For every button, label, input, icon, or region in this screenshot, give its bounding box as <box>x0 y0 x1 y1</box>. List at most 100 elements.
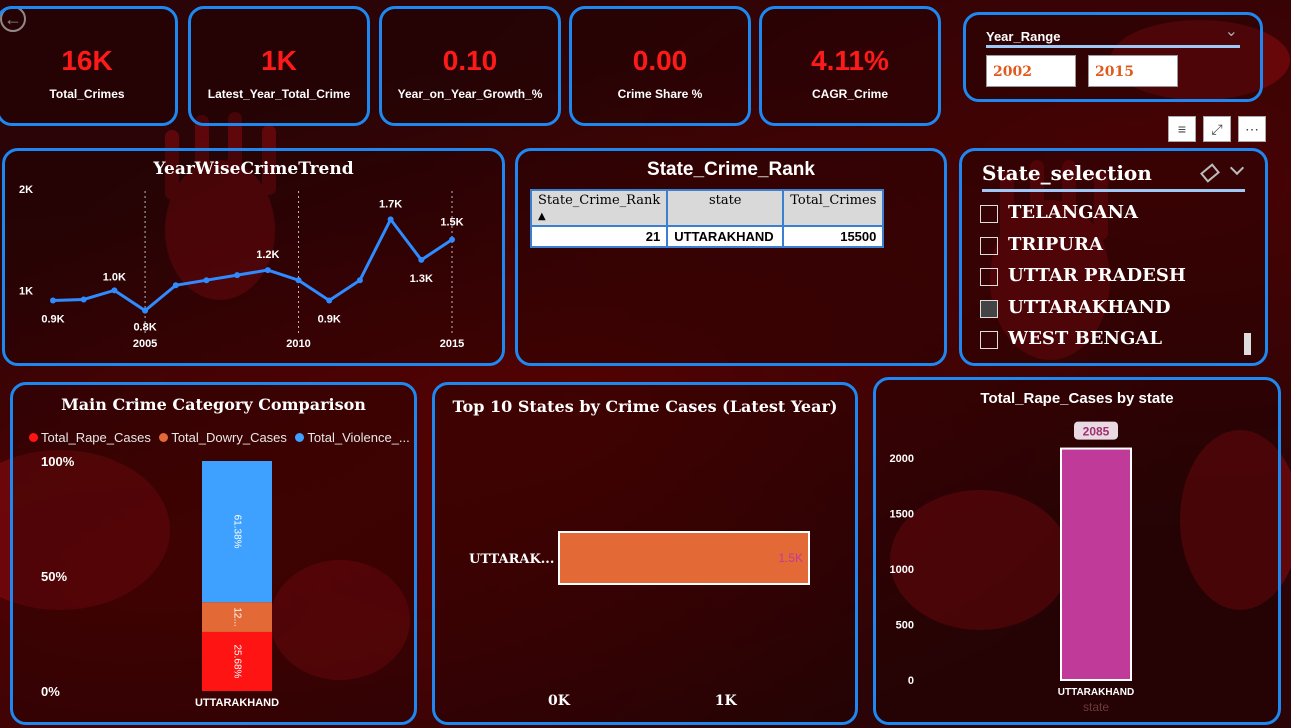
segment-label: 25.68% <box>231 645 242 679</box>
year-from-input[interactable]: 2002 <box>986 55 1076 87</box>
slicer-item-label: WEST BENGAL <box>1008 328 1162 349</box>
checkbox-checked[interactable] <box>980 300 998 318</box>
bar <box>558 531 810 585</box>
checkbox[interactable] <box>980 237 998 255</box>
cell-total-crimes: 15500 <box>782 225 885 248</box>
y-tick-label: 1000 <box>890 564 914 576</box>
column-header-rank[interactable]: State_Crime_Rank ▲ <box>529 189 669 227</box>
data-point <box>356 277 363 284</box>
y-tick-label: 2K <box>19 184 33 196</box>
data-point <box>234 272 241 279</box>
cell-state: UTTARAKHAND <box>666 225 785 248</box>
x-axis-label: state <box>1083 700 1109 714</box>
kpi-value: 16K <box>61 45 113 76</box>
x-tick-label: 2005 <box>133 338 157 350</box>
state-selection-slicer[interactable]: State_selection TELANGANA TRIPURA UTTAR … <box>959 148 1268 366</box>
kpi-latest-year-total-crime: 1K Latest_Year_Total_Crime <box>188 6 370 126</box>
filter-button[interactable]: ≡ <box>1168 116 1196 142</box>
y-tick-label: 1500 <box>890 509 914 521</box>
data-label: 1.5K <box>778 551 803 565</box>
data-point <box>326 297 333 304</box>
y-tick-label: 2000 <box>890 453 914 465</box>
slicer-item-label: UTTAR PRADESH <box>1008 265 1186 286</box>
rank-title: State_Crime_Rank <box>647 159 815 180</box>
category-chart: 100% 50% 0% 25.68% 12... 61.38% UTTARAKHAND <box>41 454 279 709</box>
data-label: 1.7K <box>379 198 402 210</box>
kpi-value: 0.00 <box>632 45 688 76</box>
kpi-cagr-crime: 4.11% CAGR_Crime <box>759 6 941 126</box>
data-point <box>111 287 118 294</box>
state-header-label: state <box>708 193 742 208</box>
kpi-total-crimes: 16K Total_Crimes <box>0 6 178 126</box>
checkbox[interactable] <box>980 331 998 349</box>
data-point <box>264 267 271 274</box>
column-header-state[interactable]: state <box>666 189 785 227</box>
y-tick-label: 0% <box>41 684 60 699</box>
sort-asc-icon: ▲ <box>538 211 546 222</box>
y-tick-label: 50% <box>41 569 67 584</box>
data-label: 0.8K <box>133 322 156 334</box>
top10-chart: 1.5K UTTARAK... 0K 1K <box>469 531 810 709</box>
column-header-total-crimes[interactable]: Total_Crimes <box>782 189 885 227</box>
data-point <box>80 296 87 303</box>
chevron-down-icon[interactable] <box>1229 160 1245 176</box>
slicer-item-label: UTTARAKHAND <box>1008 297 1171 318</box>
kpi-label: CAGR_Crime <box>811 87 889 101</box>
state-selection-title: State_selection <box>982 161 1152 185</box>
data-point <box>142 307 149 314</box>
chevron-down-icon[interactable]: ⌄ <box>1225 21 1238 41</box>
more-options-button[interactable]: ⋯ <box>1238 116 1266 142</box>
data-label: 1.3K <box>410 273 433 285</box>
total-crimes-header-label: Total_Crimes <box>790 193 877 208</box>
category-label: UTTARAKHAND <box>195 697 279 709</box>
year-range-slicer[interactable]: Year_Range ⌄ 2002 2015 <box>963 12 1263 102</box>
kpi-value: 1K <box>261 45 297 76</box>
slicer-item-label: TELANGANA <box>1008 202 1138 223</box>
x-tick-label: 0K <box>548 693 571 709</box>
checkbox[interactable] <box>980 268 998 286</box>
year-wise-crime-trend-card: YearWiseCrimeTrend 2K 1K 2005 2010 2015 0.9K 1… <box>2 148 505 366</box>
category-label: UTTARAK... <box>469 552 554 567</box>
table-row[interactable]: 21 UTTARAKHAND 15500 <box>529 225 885 248</box>
y-tick-label: 500 <box>896 620 914 632</box>
kpi-label: Latest_Year_Total_Crime <box>207 87 351 101</box>
eraser-icon[interactable] <box>1200 163 1220 183</box>
data-label: 2085 <box>1083 425 1110 439</box>
kpi-label: Year_on_Year_Growth_% <box>397 87 543 101</box>
cell-rank: 21 <box>529 225 669 248</box>
data-point <box>172 282 179 289</box>
checkbox[interactable] <box>980 205 998 223</box>
segment-label: 61.38% <box>231 515 242 549</box>
data-label: 1.0K <box>103 271 126 283</box>
y-tick-label: 1K <box>19 285 33 297</box>
data-point <box>387 216 394 223</box>
y-tick-label: 100% <box>41 454 75 469</box>
state-crime-rank-card: State_Crime_Rank State_Crime_Rank ▲ stat… <box>515 148 947 366</box>
data-point <box>295 277 302 284</box>
kpi-year-on-year-growth: 0.10 Year_on_Year_Growth_% <box>379 6 561 126</box>
crime-category-card: Main Crime Category Comparison Total_Rap… <box>10 382 417 725</box>
data-label: 0.9K <box>41 313 64 325</box>
data-point <box>203 277 210 284</box>
top10-states-card: Top 10 States by Crime Cases (Latest Yea… <box>432 382 858 725</box>
slicer-item-label: TRIPURA <box>1008 234 1103 255</box>
x-tick-label: 1K <box>715 693 738 709</box>
scrollbar-thumb[interactable] <box>1244 333 1251 355</box>
y-tick-label: 0 <box>908 675 914 687</box>
kpi-crime-share: 0.00 Crime Share % <box>569 6 751 126</box>
kpi-value: 0.10 <box>442 45 498 76</box>
state-selection-underline <box>982 189 1245 192</box>
year-to-input[interactable]: 2015 <box>1088 55 1178 87</box>
series-line <box>52 216 453 313</box>
focus-mode-button[interactable]: ⤢ <box>1203 116 1231 142</box>
data-label: 1.2K <box>256 249 279 261</box>
rape-chart: 2000 1500 1000 500 0 2085 UTTARAKHAND state <box>890 421 1134 714</box>
year-range-label: Year_Range <box>986 29 1061 44</box>
data-point <box>50 297 56 304</box>
data-point <box>418 256 425 263</box>
data-point <box>449 236 455 243</box>
x-tick-label: 2015 <box>440 338 464 350</box>
year-range-underline <box>986 45 1240 48</box>
data-label: 0.9K <box>318 313 341 325</box>
x-tick-label: 2010 <box>286 338 310 350</box>
